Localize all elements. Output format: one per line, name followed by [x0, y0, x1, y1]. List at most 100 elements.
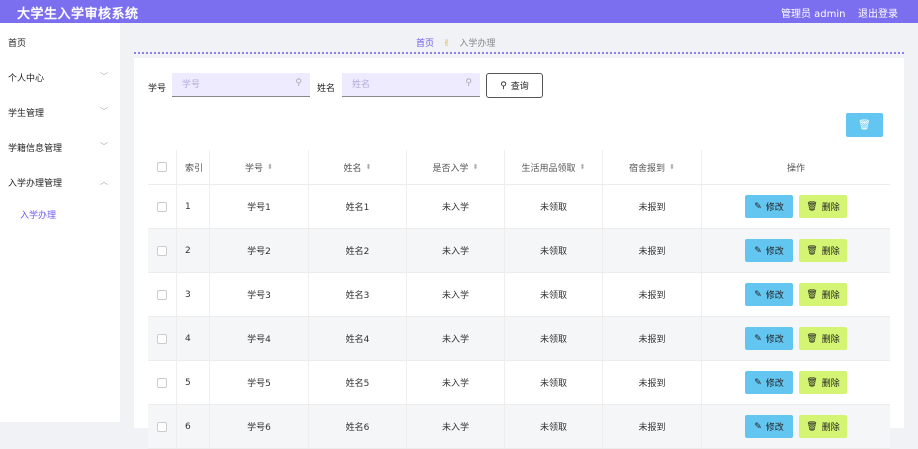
column-header-index: 索引	[177, 150, 210, 184]
edit-button[interactable]: ✎ 修改	[745, 195, 793, 218]
edit-button[interactable]: ✎ 修改	[745, 239, 793, 262]
cell-baodao: 未报到	[603, 317, 702, 360]
edit-icon: ✎	[754, 245, 762, 256]
cell-ruxue: 未入学	[407, 273, 505, 316]
sidebar-item-label: 入学办理管理	[8, 179, 63, 189]
sidebar-item-enrollment-info[interactable]: 学籍信息管理 ﹀	[8, 141, 112, 154]
cell-xingming: 姓名4	[309, 317, 407, 360]
edit-button[interactable]: ✎ 修改	[745, 283, 793, 306]
cell-baodao: 未报到	[603, 361, 702, 404]
row-checkbox[interactable]	[157, 289, 167, 300]
delete-button[interactable]: 🗑 删除	[799, 195, 847, 218]
xingming-input[interactable]	[350, 79, 454, 91]
cell-baodao: 未报到	[603, 273, 702, 316]
edit-icon: ✎	[754, 333, 762, 344]
cell-ruxue: 未入学	[407, 229, 505, 272]
delete-button-label: 删除	[821, 335, 840, 345]
trash-icon: 🗑	[806, 333, 818, 344]
cell-index: 3	[177, 273, 210, 316]
delete-button-label: 删除	[821, 291, 840, 301]
delete-button[interactable]: 🗑 删除	[799, 239, 847, 262]
xingming-label: 姓名	[317, 84, 336, 94]
xuehao-search-box: ⚲	[172, 73, 310, 97]
data-table: 索引 学号 ⬍ 姓名 ⬍ 是否入学 ⬍ 生活用品领取 ⬍ 宿舍报到 ⬍ 操作 1…	[148, 150, 890, 449]
batch-delete-button[interactable]: 🗑	[846, 113, 883, 137]
cell-ruxue: 未入学	[407, 317, 505, 360]
logout-link[interactable]: 退出登录	[858, 5, 898, 20]
cell-ruxue: 未入学	[407, 405, 505, 448]
row-checkbox[interactable]	[157, 333, 167, 344]
sidebar-item-student-management[interactable]: 学生管理 ﹀	[8, 106, 112, 119]
cell-xuehao: 学号1	[210, 185, 309, 228]
breadcrumb-home[interactable]: 首页	[416, 39, 434, 49]
column-header-label: 学号	[245, 163, 264, 174]
row-checkbox[interactable]	[157, 377, 167, 388]
trash-icon: 🗑	[858, 119, 871, 131]
sidebar-item-admission-management[interactable]: 入学办理管理 ︿	[8, 176, 112, 189]
edit-icon: ✎	[754, 421, 762, 432]
edit-icon: ✎	[754, 201, 762, 212]
row-checkbox[interactable]	[157, 245, 167, 256]
delete-button-label: 删除	[821, 247, 840, 257]
breadcrumb-divider	[134, 52, 904, 54]
xingming-search-box: ⚲	[342, 73, 480, 97]
edit-button[interactable]: ✎ 修改	[745, 327, 793, 350]
breadcrumb-current: 入学办理	[459, 39, 496, 49]
trash-icon: 🗑	[806, 289, 818, 300]
top-bar: 大学生入学审核系统 管理员 admin 退出登录	[0, 0, 918, 23]
query-button[interactable]: ⚲ 查询	[486, 73, 543, 98]
cell-lingqu: 未领取	[505, 317, 603, 360]
cell-xingming: 姓名3	[309, 273, 407, 316]
cell-lingqu: 未领取	[505, 185, 603, 228]
edit-icon: ✎	[754, 289, 762, 300]
select-all-checkbox[interactable]	[157, 162, 167, 172]
delete-button[interactable]: 🗑 删除	[799, 327, 847, 350]
cell-ruxue: 未入学	[407, 361, 505, 404]
column-header-baodao[interactable]: 宿舍报到 ⬍	[603, 150, 702, 184]
column-header-ruxue[interactable]: 是否入学 ⬍	[407, 150, 505, 184]
column-header-xuehao[interactable]: 学号 ⬍	[210, 150, 309, 184]
table-header-row: 索引 学号 ⬍ 姓名 ⬍ 是否入学 ⬍ 生活用品领取 ⬍ 宿舍报到 ⬍ 操作	[148, 150, 890, 185]
table-row: 5 学号5 姓名5 未入学 未领取 未报到 ✎ 修改 🗑 删除	[148, 361, 890, 405]
row-checkbox[interactable]	[157, 201, 167, 212]
cell-xuehao: 学号3	[210, 273, 309, 316]
sidebar-subitem-admission[interactable]: 入学办理	[20, 208, 56, 221]
cell-actions: ✎ 修改 🗑 删除	[702, 317, 890, 360]
cell-actions: ✎ 修改 🗑 删除	[702, 405, 890, 448]
column-header-label: 是否入学	[432, 163, 469, 174]
row-checkbox[interactable]	[157, 421, 167, 432]
cell-index: 2	[177, 229, 210, 272]
column-header-xingming[interactable]: 姓名 ⬍	[309, 150, 407, 184]
cell-baodao: 未报到	[603, 229, 702, 272]
sort-icon: ⬍	[579, 163, 586, 171]
delete-button[interactable]: 🗑 删除	[799, 415, 847, 438]
table-row: 1 学号1 姓名1 未入学 未领取 未报到 ✎ 修改 🗑 删除	[148, 185, 890, 229]
edit-button[interactable]: ✎ 修改	[745, 371, 793, 394]
column-header-label: 姓名	[343, 163, 362, 174]
delete-button[interactable]: 🗑 删除	[799, 283, 847, 306]
hand-icon: ✌	[442, 39, 451, 49]
cell-index: 5	[177, 361, 210, 404]
column-header-lingqu[interactable]: 生活用品领取 ⬍	[505, 150, 603, 184]
sidebar-item-home[interactable]: 首页	[8, 36, 112, 49]
trash-icon: 🗑	[806, 245, 818, 256]
table-row: 3 学号3 姓名3 未入学 未领取 未报到 ✎ 修改 🗑 删除	[148, 273, 890, 317]
sidebar-item-label: 学籍信息管理	[8, 144, 63, 154]
xuehao-input[interactable]	[180, 79, 284, 91]
search-icon: ⚲	[295, 78, 302, 88]
table-row: 4 学号4 姓名4 未入学 未领取 未报到 ✎ 修改 🗑 删除	[148, 317, 890, 361]
edit-button-label: 修改	[765, 203, 784, 213]
edit-button[interactable]: ✎ 修改	[745, 415, 793, 438]
sidebar-item-personal-center[interactable]: 个人中心 ﹀	[8, 71, 112, 84]
cell-actions: ✎ 修改 🗑 删除	[702, 361, 890, 404]
cell-baodao: 未报到	[603, 185, 702, 228]
cell-lingqu: 未领取	[505, 273, 603, 316]
cell-xingming: 姓名6	[309, 405, 407, 448]
cell-actions: ✎ 修改 🗑 删除	[702, 273, 890, 316]
delete-button[interactable]: 🗑 删除	[799, 371, 847, 394]
app-title: 大学生入学审核系统	[17, 7, 139, 22]
edit-icon: ✎	[754, 377, 762, 388]
row-select-cell	[148, 361, 177, 404]
column-header-actions: 操作	[702, 150, 890, 184]
row-select-cell	[148, 405, 177, 448]
